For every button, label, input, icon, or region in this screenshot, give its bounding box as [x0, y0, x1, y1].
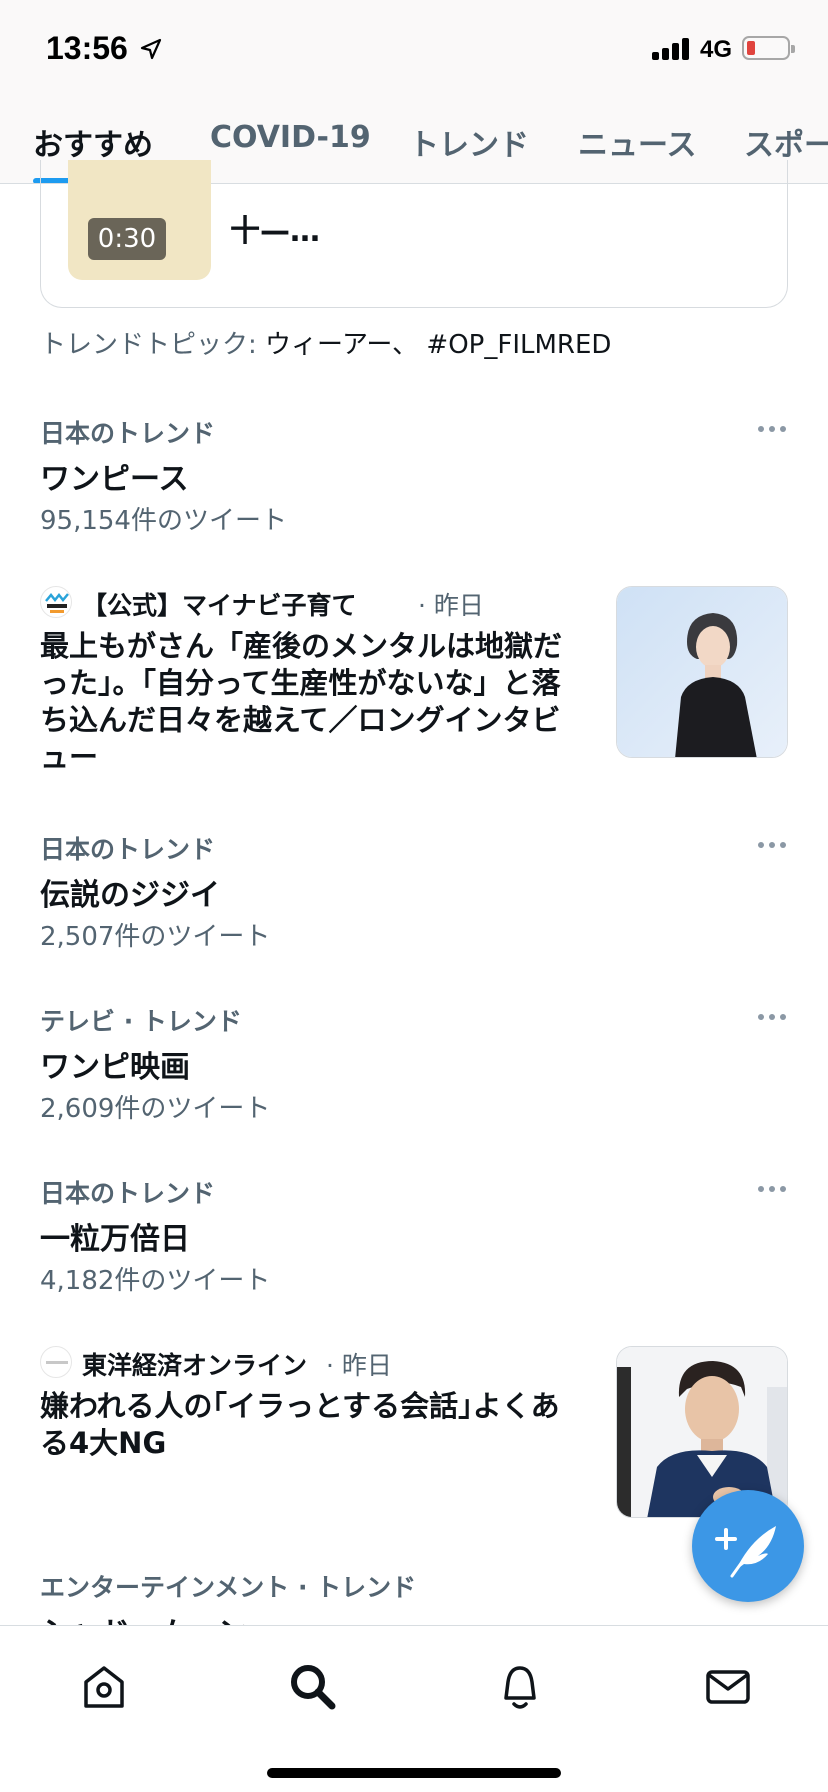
status-time: 13:56 — [46, 30, 128, 66]
status-bar: 13:56 4G — [0, 0, 828, 100]
trend-topics-label: トレンドトピック: — [40, 330, 257, 360]
trend-name: 一粒万倍日 — [40, 1222, 190, 1257]
news-source: 東洋経済オンライン — [82, 1351, 308, 1380]
trend-tweet-count: 2,609件のツイート — [40, 1094, 271, 1124]
trend-category: エンターテインメント · トレンド — [40, 1573, 417, 1602]
trend-category: テレビ · トレンド — [40, 1007, 242, 1036]
source-logo-icon — [40, 586, 72, 618]
trend-category: 日本のトレンド — [40, 1179, 216, 1208]
trend-topics[interactable]: トレンドトピック: ウィーアー、 #OP_FILMRED — [40, 324, 611, 361]
trend-item[interactable]: 日本のトレンド 一粒万倍日 4,182件のツイート — [40, 1174, 788, 1324]
nav-home[interactable] — [74, 1656, 134, 1716]
messages-icon — [706, 1670, 750, 1704]
bottom-navigation — [0, 1625, 828, 1792]
trend-item[interactable]: テレビ · トレンド ワンピ映画 2,609件のツイート — [40, 1002, 788, 1152]
trend-item[interactable]: 日本のトレンド 伝説のジジイ 2,507件のツイート — [40, 830, 788, 980]
home-icon — [84, 1666, 124, 1708]
tab-covid19[interactable]: COVID-19 — [210, 120, 371, 155]
nav-messages[interactable] — [698, 1656, 758, 1716]
notifications-icon — [504, 1666, 536, 1709]
nav-notifications[interactable] — [490, 1656, 550, 1716]
news-item[interactable]: 東洋経済オンライン · 昨日 嫌われる人の｢イラっとする会話｣よくある4大NG — [40, 1346, 788, 1518]
tab-sports[interactable]: スポー — [744, 120, 828, 164]
nav-explore[interactable] — [282, 1656, 342, 1716]
trend-category: 日本のトレンド — [40, 419, 216, 448]
home-indicator — [267, 1768, 561, 1778]
compose-feather-icon — [715, 1526, 776, 1578]
news-item[interactable]: 【公式】マイナビ子育て · 昨日 最上もがさん「産後のメンタルは地獄だった」。「… — [40, 586, 788, 776]
signal-icon — [652, 36, 692, 60]
compose-tweet-button[interactable] — [692, 1490, 804, 1602]
source-logo-icon — [40, 1346, 72, 1378]
location-arrow-icon — [140, 38, 162, 60]
more-options-icon[interactable] — [758, 1012, 788, 1022]
tab-trending[interactable]: トレンド — [409, 120, 529, 164]
video-duration-badge: 0:30 — [88, 218, 166, 260]
tab-news[interactable]: ニュース — [578, 120, 697, 164]
trend-topics-value: ウィーアー、 #OP_FILMRED — [265, 330, 612, 360]
more-options-icon[interactable] — [758, 840, 788, 850]
trend-item[interactable]: エンターテインメント · トレンド シャドームーン — [40, 1568, 788, 1628]
trend-tweet-count: 2,507件のツイート — [40, 922, 271, 952]
trend-category: 日本のトレンド — [40, 835, 216, 864]
more-options-icon[interactable] — [758, 1184, 788, 1194]
trend-tweet-count: 95,154件のツイート — [40, 506, 287, 536]
news-source: 【公式】マイナビ子育て — [82, 591, 357, 620]
trend-item[interactable]: 日本のトレンド ワンピース 95,154件のツイート — [40, 414, 788, 564]
news-time: · 昨日 — [326, 1351, 392, 1380]
trend-name: ワンピ映画 — [40, 1050, 190, 1085]
news-image[interactable] — [616, 586, 788, 758]
more-options-icon[interactable] — [758, 424, 788, 434]
search-icon — [291, 1665, 336, 1710]
trend-name: ワンピース — [40, 462, 189, 497]
tab-for-you[interactable]: おすすめ — [33, 120, 153, 164]
card-title: 十—… — [230, 214, 320, 249]
battery-icon — [742, 36, 795, 60]
trend-tweet-count: 4,182件のツイート — [40, 1266, 271, 1296]
news-headline: 最上もがさん「産後のメンタルは地獄だった」。「自分って生産性がないな」と落ち込ん… — [40, 629, 563, 774]
news-headline: 嫌われる人の｢イラっとする会話｣よくある4大NG — [40, 1389, 560, 1460]
trend-name: 伝説のジジイ — [40, 878, 220, 913]
network-type: 4G — [700, 36, 733, 63]
news-time: · 昨日 — [418, 591, 484, 620]
